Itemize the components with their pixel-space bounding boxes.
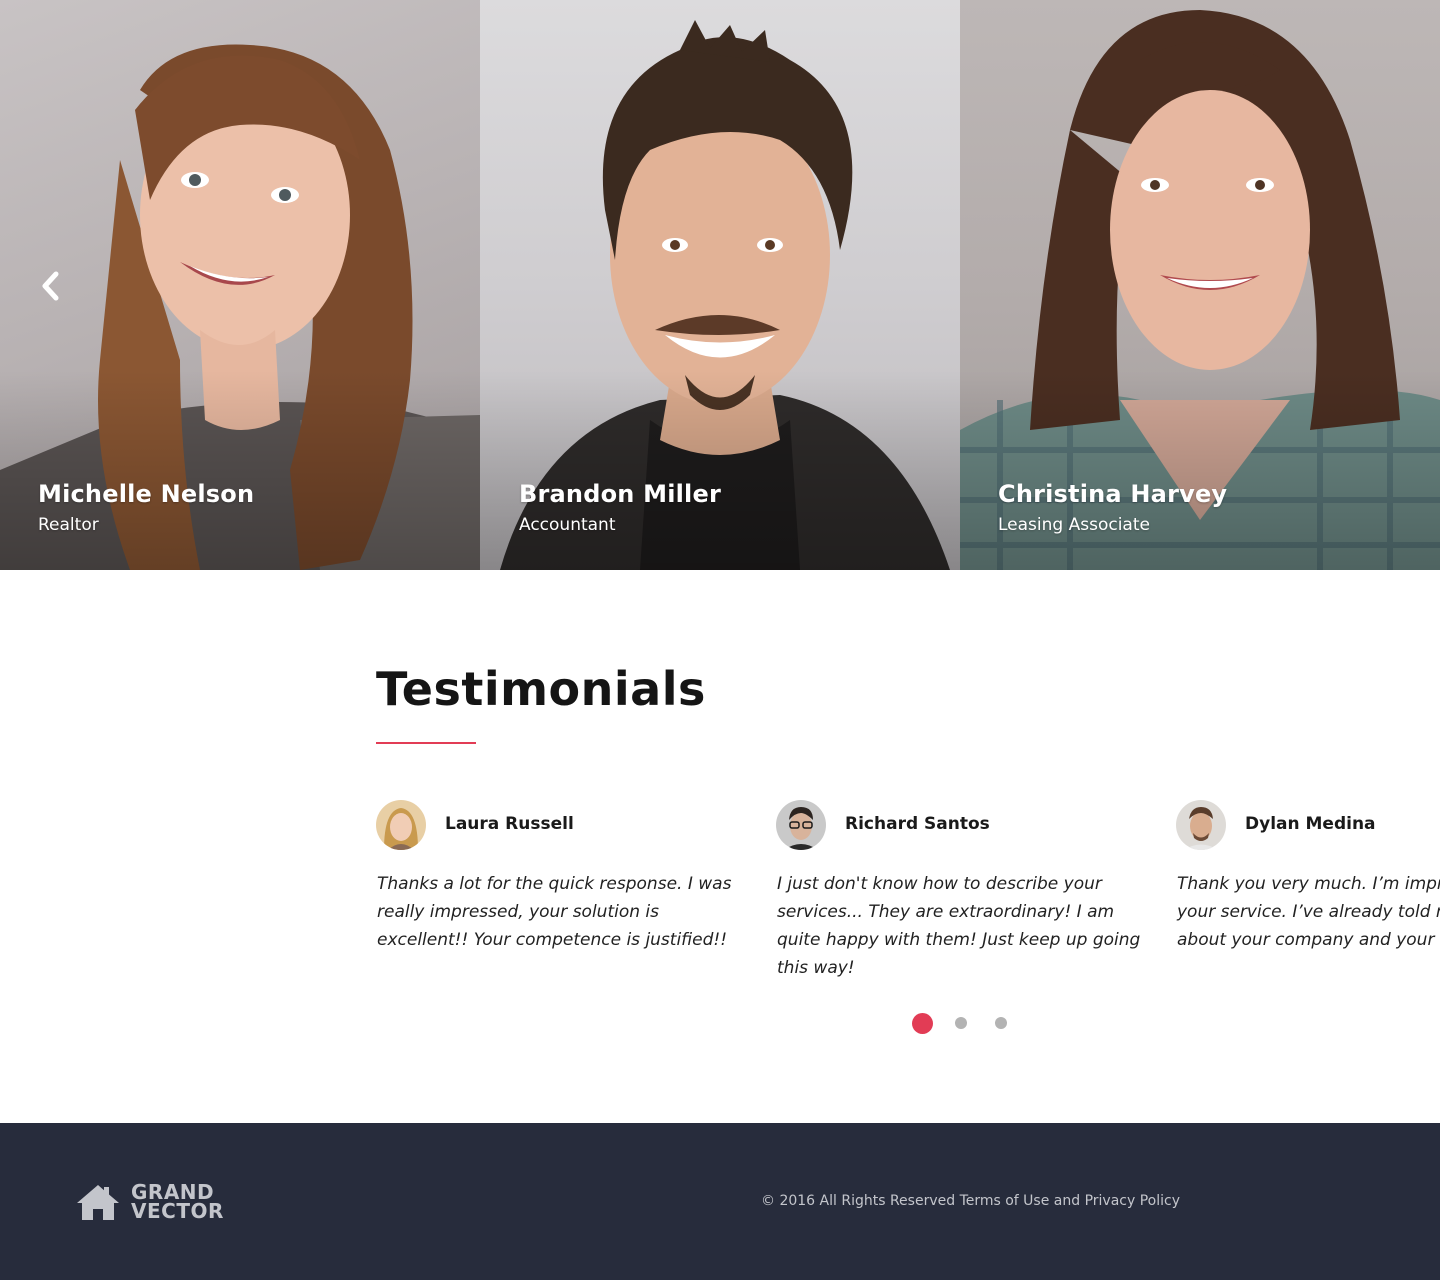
testimonial-author: Dylan Medina — [1245, 814, 1376, 834]
logo[interactable]: GRAND VECTOR — [75, 1181, 235, 1223]
privacy-link[interactable]: Privacy Policy — [1085, 1193, 1180, 1209]
team-carousel: Michelle Nelson Realtor Brandon Miller A… — [0, 0, 1440, 570]
testimonials-section: Testimonials Laura Russell Thanks a lot … — [0, 570, 1440, 1123]
copyright-notice: © 2016 All Rights Reserved — [761, 1193, 956, 1209]
house-icon — [77, 1185, 119, 1220]
member-role: Realtor — [38, 515, 99, 535]
footer: GRAND VECTOR © 2016 All Rights Reserved … — [0, 1123, 1440, 1280]
member-name: Michelle Nelson — [38, 480, 255, 508]
section-title: Testimonials — [376, 662, 706, 716]
copyright-text: © 2016 All Rights Reserved Terms of Use … — [761, 1193, 1180, 1209]
member-name: Brandon Miller — [519, 480, 721, 508]
testimonial-quote: I just don't know how to describe your s… — [777, 874, 1141, 978]
carousel-prev-button[interactable] — [34, 266, 66, 306]
member-name: Christina Harvey — [998, 480, 1228, 508]
testimonial-quote: Thank you very much. I’m impressed with … — [1177, 874, 1440, 950]
photo-overlay — [480, 370, 960, 570]
avatar — [1176, 800, 1226, 850]
and-text: and — [1053, 1193, 1081, 1209]
pagination-dot-2[interactable] — [955, 1017, 967, 1029]
carousel-pagination — [912, 1012, 1035, 1034]
chevron-left-icon — [42, 271, 59, 301]
title-underline — [376, 742, 476, 744]
photo-overlay — [0, 370, 480, 570]
testimonial-quote: Thanks a lot for the quick response. I w… — [377, 874, 732, 950]
photo-overlay — [960, 370, 1440, 570]
team-member-card[interactable]: Michelle Nelson Realtor — [0, 0, 480, 570]
testimonial-author: Laura Russell — [445, 814, 574, 834]
avatar — [376, 800, 426, 850]
logo-line2: VECTOR — [131, 1199, 224, 1223]
logo-text: GRAND VECTOR — [131, 1182, 224, 1223]
team-member-card[interactable]: Christina Harvey Leasing Associate — [960, 0, 1440, 570]
pagination-dot-3[interactable] — [995, 1017, 1007, 1029]
member-role: Leasing Associate — [998, 515, 1150, 535]
member-role: Accountant — [519, 515, 616, 535]
team-member-card[interactable]: Brandon Miller Accountant — [480, 0, 960, 570]
terms-link[interactable]: Terms of Use — [960, 1193, 1050, 1209]
avatar — [776, 800, 826, 850]
testimonial-author: Richard Santos — [845, 814, 990, 834]
pagination-dot-1[interactable] — [912, 1012, 933, 1034]
